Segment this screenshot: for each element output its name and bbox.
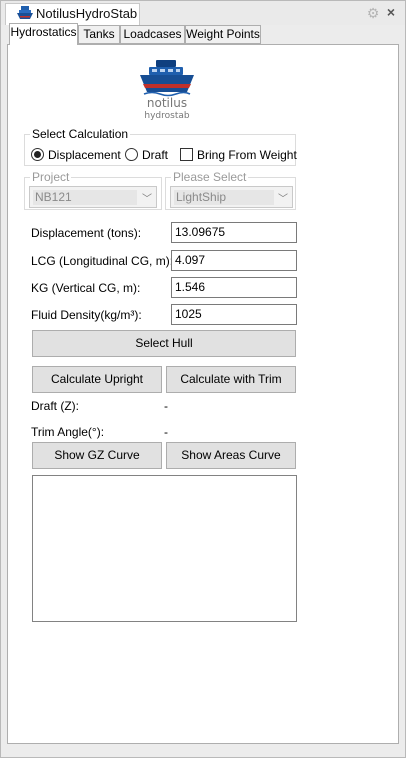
fluid-density-label: Fluid Density(kg/m³): [31,308,142,322]
select-calculation-title: Select Calculation [30,127,131,141]
results-listbox[interactable] [32,475,297,622]
draft-radio-label[interactable]: Draft [142,148,168,162]
chevron-down-icon: ﹀ [278,194,288,205]
please-select-value: LightShip [174,190,274,205]
calculate-with-trim-button[interactable]: Calculate with Trim [166,366,296,393]
window-title: NotilusHydroStab [36,6,138,21]
tab-tanks[interactable]: Tanks [78,25,120,44]
draft-result-label: Draft (Z): [31,399,79,413]
tab-hydrostatics[interactable]: Hydrostatics [9,23,78,45]
fluid-density-field[interactable]: 1025 [171,304,297,325]
displacement-label: Displacement (tons): [31,226,142,240]
displacement-radio[interactable] [31,148,44,161]
tab-loadcases[interactable]: Loadcases [120,25,185,44]
logo-line1: notilus [147,96,187,110]
lcg-field[interactable]: 4.097 [171,250,297,271]
select-hull-button[interactable]: Select Hull [32,330,296,357]
project-label: Project [30,170,72,184]
chevron-down-icon: ﹀ [142,194,152,205]
trim-angle-label: Trim Angle(°): [31,425,105,439]
lcg-label: LCG (Longitudinal CG, m): [31,254,174,268]
please-select-dropdown[interactable]: LightShip ﹀ [170,186,293,208]
show-areas-curve-button[interactable]: Show Areas Curve [166,442,296,469]
trim-angle-value: - [164,425,168,439]
show-gz-curve-button[interactable]: Show GZ Curve [32,442,162,469]
close-icon[interactable]: × [384,5,398,19]
notilus-hydrostab-logo: notilus hydrostab [132,58,202,122]
displacement-field[interactable]: 13.09675 [171,222,297,243]
please-select-label: Please Select [171,170,249,184]
draft-radio[interactable] [125,148,138,161]
bring-from-weight-checkbox[interactable] [180,148,193,161]
gear-icon[interactable]: ⚙ [366,6,380,20]
project-dropdown[interactable]: NB121 ﹀ [29,186,157,208]
calculate-upright-button[interactable]: Calculate Upright [32,366,162,393]
tab-weight-points[interactable]: Weight Points [185,25,261,44]
project-value: NB121 [33,190,137,205]
displacement-radio-label[interactable]: Displacement [48,148,121,162]
kg-label: KG (Vertical CG, m): [31,281,141,295]
draft-result-value: - [164,399,168,413]
bring-from-weight-label[interactable]: Bring From Weight [197,148,297,162]
kg-field[interactable]: 1.546 [171,277,297,298]
logo-line2: hydrostab [144,111,189,121]
ship-icon [16,5,34,21]
